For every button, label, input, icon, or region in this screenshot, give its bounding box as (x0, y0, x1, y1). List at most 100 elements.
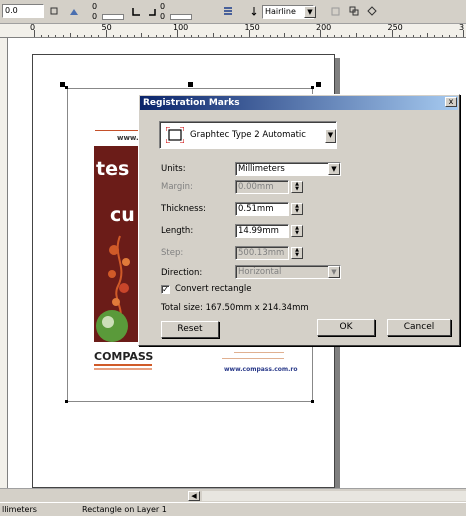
total-size: Total size: 167.50mm x 214.34mm (161, 303, 309, 313)
convert-to-curves-icon[interactable] (366, 5, 378, 17)
corner-2-icon[interactable] (146, 6, 158, 18)
margin-field[interactable]: 0.00mm (235, 180, 289, 194)
dialog-title-bar[interactable]: Registration Marks (140, 96, 458, 110)
scroll-left-icon[interactable]: ◀ (188, 491, 200, 501)
ruler-tick (184, 35, 186, 37)
ruler-tick (405, 35, 407, 37)
ruler-label: 250 (387, 23, 403, 32)
ruler-tick (205, 35, 207, 37)
mark-type-select[interactable]: Graphtec Type 2 Automatic (159, 121, 337, 149)
mark-type-value: Graphtec Type 2 Automatic (190, 130, 306, 140)
selection-handle[interactable] (316, 82, 321, 87)
ruler-tick (255, 35, 257, 37)
units-select[interactable]: Millimeters (235, 162, 341, 176)
cancel-button[interactable]: Cancel (387, 319, 451, 336)
ruler-tick (355, 33, 357, 37)
direction-label: Direction: (161, 268, 203, 278)
horizontal-ruler[interactable]: 0 50 100 150 200 250 3 (0, 24, 466, 38)
vertical-ruler[interactable] (0, 38, 8, 488)
step-label: Step: (161, 248, 184, 258)
lock-ratio-icon[interactable] (48, 5, 60, 17)
spin-field-2[interactable] (170, 14, 192, 20)
thickness-field[interactable]: 0.51mm (235, 202, 289, 216)
step-field[interactable]: 500.13mm (235, 246, 289, 260)
direction-select[interactable]: Horizontal (235, 265, 341, 279)
node-handle[interactable] (311, 86, 314, 89)
ruler-tick (384, 35, 386, 37)
ruler-tick (162, 35, 164, 37)
corner-icon[interactable] (130, 6, 142, 18)
ruler-tick (327, 35, 329, 37)
ruler-tick (241, 35, 243, 37)
ruler-tick (112, 35, 114, 37)
spin-top-2: 0 (160, 2, 166, 11)
ruler-tick (284, 33, 286, 37)
ruler-tick (219, 35, 221, 37)
step-spinner[interactable]: ▲ ▼ (291, 247, 303, 259)
ruler-tick (441, 35, 443, 37)
ruler-tick (62, 35, 64, 37)
ruler-tick (191, 35, 193, 37)
x-position-field[interactable]: 0.0 (2, 4, 44, 18)
length-spinner[interactable]: ▲ ▼ (291, 225, 303, 237)
ruler-tick (234, 35, 236, 37)
ruler-tick (119, 35, 121, 37)
length-field[interactable]: 14.99mm (235, 224, 289, 238)
dialog-title: Registration Marks (143, 98, 240, 108)
thickness-spinner[interactable]: ▲ ▼ (291, 203, 303, 215)
length-label: Length: (161, 226, 194, 236)
margin-label: Margin: (161, 182, 193, 192)
ruler-label: 150 (244, 23, 260, 32)
ruler-tick (348, 35, 350, 37)
ruler-tick (148, 35, 150, 37)
ruler-tick (370, 35, 372, 37)
ruler-tick (41, 35, 43, 37)
ruler-tick (76, 35, 78, 37)
chevron-down-icon[interactable]: ▼ (304, 6, 316, 18)
ruler-tick (448, 35, 450, 37)
close-button[interactable]: x (445, 97, 457, 107)
registration-marks-dialog: Registration Marks x Graphtec Type 2 Aut… (138, 94, 460, 346)
wrap-text-icon[interactable] (222, 5, 234, 17)
ruler-tick (198, 35, 200, 37)
convert-rectangle-label[interactable]: Convert rectangle (175, 283, 251, 295)
ruler-tick (455, 35, 457, 37)
ruler-tick (134, 35, 136, 37)
pen-icon[interactable] (248, 5, 260, 17)
spin-field-1[interactable] (102, 14, 124, 20)
to-front-icon[interactable] (330, 5, 342, 17)
ruler-tick (277, 35, 279, 37)
horizontal-scrollbar[interactable]: ◀ (0, 488, 466, 502)
ruler-label: 100 (173, 23, 189, 32)
ruler-tick (334, 35, 336, 37)
ruler-tick (126, 35, 128, 37)
ruler-label: 50 (101, 23, 112, 32)
registration-mark-icon (166, 127, 184, 143)
ruler-tick (84, 35, 86, 37)
mirror-icon[interactable] (68, 6, 80, 18)
chevron-down-icon[interactable]: ▼ (328, 266, 340, 278)
units-label: Units: (161, 164, 186, 174)
convert-rectangle-checkbox[interactable]: ✓ (161, 285, 170, 294)
ruler-tick (98, 35, 100, 37)
node-handle[interactable] (65, 400, 68, 403)
thickness-label: Thickness: (161, 204, 206, 214)
scroll-track[interactable] (202, 491, 466, 501)
ruler-tick (412, 35, 414, 37)
ruler-tick (48, 35, 50, 37)
ruler-tick (298, 35, 300, 37)
margin-spinner[interactable]: ▲ ▼ (291, 181, 303, 193)
reset-button[interactable]: Reset (161, 321, 219, 338)
ruler-tick (141, 33, 143, 37)
ruler-tick (398, 35, 400, 37)
to-back-icon[interactable] (348, 5, 360, 17)
ok-button[interactable]: OK (317, 319, 375, 336)
ruler-tick (341, 35, 343, 37)
selection-handle[interactable] (188, 82, 193, 87)
status-object: Rectangle on Layer 1 (82, 505, 167, 514)
chevron-down-icon[interactable]: ▼ (328, 163, 340, 175)
chevron-down-icon[interactable]: ▼ (325, 129, 336, 143)
ruler-tick (55, 35, 57, 37)
node-handle[interactable] (311, 400, 314, 403)
node-handle[interactable] (65, 86, 68, 89)
